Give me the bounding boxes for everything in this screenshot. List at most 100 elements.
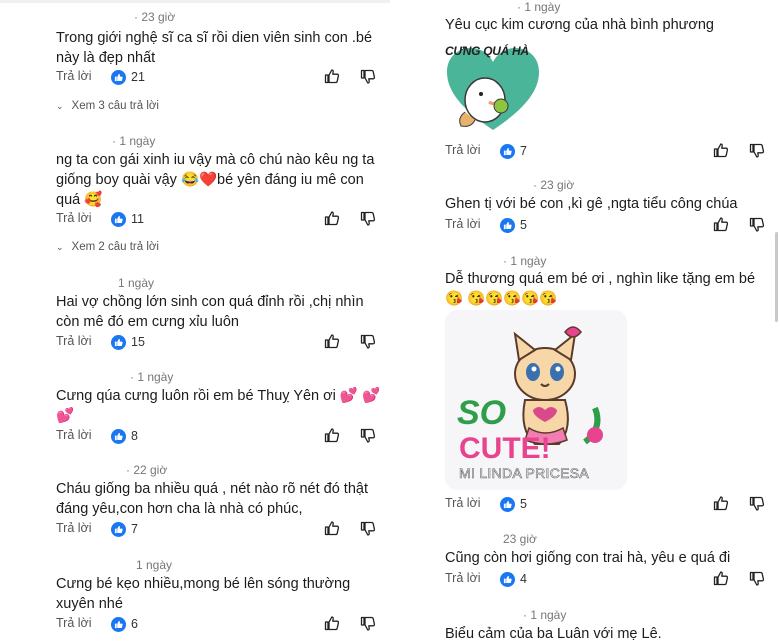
- thumbs-down-icon[interactable]: [360, 211, 376, 227]
- reply-button[interactable]: Trả lời: [445, 496, 481, 510]
- thumbs-up-icon[interactable]: [713, 142, 729, 158]
- comment-timestamp: · 1 ngày: [112, 134, 156, 148]
- reply-button[interactable]: Trả lời: [56, 334, 92, 348]
- thumbs-down-icon[interactable]: [360, 616, 376, 632]
- comment-actions: Trả lời 8: [56, 427, 386, 445]
- reply-button[interactable]: Trả lời: [56, 521, 92, 535]
- like-summary[interactable]: 4: [500, 570, 527, 588]
- thumbs-up-icon[interactable]: [324, 615, 340, 631]
- comment-actions: Trả lời 4: [445, 570, 775, 588]
- comment-text: Trong giới nghệ sĩ ca sĩ rồi dien viên s…: [56, 30, 373, 66]
- reply-button[interactable]: Trả lời: [56, 69, 92, 83]
- comment-timestamp: · 23 giờ: [134, 10, 176, 24]
- thumbs-down-icon[interactable]: [360, 334, 376, 350]
- like-count: 7: [131, 522, 138, 536]
- comments-column-right: · 1 ngày Yêu cục kim cương của nhà bình …: [390, 0, 780, 643]
- like-badge-icon: [500, 143, 515, 159]
- sticker-word-cute: CUTE!: [459, 432, 551, 465]
- like-count: 5: [520, 497, 527, 511]
- thumbs-up-icon[interactable]: [324, 520, 340, 536]
- like-badge-icon: [500, 217, 515, 233]
- like-badge-icon: [111, 334, 126, 350]
- reply-button[interactable]: Trả lời: [56, 211, 92, 225]
- view-replies-link[interactable]: ⌄ Xem 2 câu trả lời: [56, 241, 159, 253]
- like-badge-icon: [111, 69, 126, 85]
- cat-sticker: SO CUTE! MI LINDA PRICESA: [445, 310, 627, 490]
- comment-timestamp: 1 ngày: [136, 558, 173, 572]
- thumbs-down-icon[interactable]: [360, 521, 376, 537]
- comment-text: Cưng bé kẹo nhiều,mong bé lên sóng thườn…: [56, 576, 351, 612]
- like-summary[interactable]: 21: [111, 68, 145, 86]
- comment-actions: Trả lời 6: [56, 615, 386, 633]
- like-summary[interactable]: 5: [500, 216, 527, 234]
- like-badge-icon: [111, 616, 126, 632]
- comment-actions: Trả lời 15: [56, 333, 386, 351]
- like-badge-icon: [500, 496, 515, 512]
- reply-button[interactable]: Trả lời: [56, 616, 92, 630]
- comment-text: Cháu giống ba nhiều quá , nét nào rõ nét…: [56, 481, 368, 517]
- thumbs-down-icon[interactable]: [749, 217, 765, 233]
- comment-text: Yêu cục kim cương của nhà bình phương: [445, 17, 714, 33]
- comment-text: Ghen tị với bé con ,kì gê ,ngta tiểu côn…: [445, 196, 738, 212]
- reply-button[interactable]: Trả lời: [445, 571, 481, 585]
- comments-column-left: · 23 giờ Trong giới nghệ sĩ ca sĩ rồi di…: [0, 0, 390, 643]
- thumbs-up-icon[interactable]: [713, 495, 729, 511]
- comment-timestamp: · 1 ngày: [130, 370, 174, 384]
- comment-timestamp: 23 giờ: [503, 532, 537, 546]
- thumbs-up-icon[interactable]: [713, 216, 729, 232]
- comment-actions: Trả lời 21: [56, 68, 386, 86]
- comment-timestamp: · 1 ngày: [523, 608, 567, 622]
- like-badge-icon: [111, 521, 126, 537]
- like-summary[interactable]: 11: [111, 210, 144, 228]
- reply-button[interactable]: Trả lời: [445, 217, 481, 231]
- like-summary[interactable]: 5: [500, 495, 527, 513]
- like-summary[interactable]: 6: [111, 615, 138, 633]
- reply-button[interactable]: Trả lời: [56, 428, 92, 442]
- sticker-caption: CƯNG QUÁ HÀ: [445, 44, 529, 58]
- view-replies-link[interactable]: ⌄ Xem 3 câu trả lời: [56, 100, 159, 112]
- comment-text: Dễ thương quá em bé ơi , nghìn like tặng…: [445, 271, 756, 307]
- thumbs-up-icon[interactable]: [324, 210, 340, 226]
- like-badge-icon: [500, 571, 515, 587]
- comment-actions: Trả lời 7: [56, 520, 386, 538]
- like-badge-icon: [111, 211, 126, 227]
- sticker-word-so: SO: [457, 394, 507, 432]
- thumbs-down-icon[interactable]: [360, 428, 376, 444]
- like-count: 6: [131, 617, 138, 631]
- like-count: 5: [520, 218, 527, 232]
- comment-actions: Trả lời 7: [445, 142, 775, 160]
- comment-actions: Trả lời 11: [56, 210, 386, 228]
- thumbs-up-icon[interactable]: [324, 68, 340, 84]
- comment-actions: Trả lời 5: [445, 495, 775, 513]
- thumbs-down-icon[interactable]: [360, 69, 376, 85]
- comment-timestamp: · 1 ngày: [517, 0, 561, 14]
- like-count: 7: [520, 144, 527, 158]
- like-summary[interactable]: 15: [111, 333, 145, 351]
- like-count: 21: [131, 70, 145, 84]
- thumbs-up-icon[interactable]: [713, 570, 729, 586]
- comment-text: Cũng còn hơi giống con trai hà, yêu e qu…: [445, 550, 731, 566]
- comment-timestamp: · 1 ngày: [503, 254, 547, 268]
- chevron-down-icon: ⌄: [56, 101, 64, 111]
- like-badge-icon: [111, 428, 126, 444]
- comment-text: Cưng qúa cưng luôn rồi em bé Thuỵ Yên ơi…: [56, 388, 381, 424]
- like-count: 15: [131, 335, 145, 349]
- comment-actions: Trả lời 5: [445, 216, 775, 234]
- thumbs-down-icon[interactable]: [749, 571, 765, 587]
- comment-text: ng ta con gái xinh iu vậy mà cô chú nào …: [56, 152, 375, 208]
- thumbs-down-icon[interactable]: [749, 496, 765, 512]
- comment-timestamp: · 23 giờ: [533, 178, 575, 192]
- chevron-down-icon: ⌄: [56, 242, 64, 252]
- thumbs-down-icon[interactable]: [749, 143, 765, 159]
- like-count: 4: [520, 572, 527, 586]
- scrollbar-thumb[interactable]: [775, 232, 778, 322]
- comment-text: Biểu cảm của ba Luân với mẹ Lê.: [445, 626, 662, 642]
- like-count: 8: [131, 429, 138, 443]
- thumbs-up-icon[interactable]: [324, 333, 340, 349]
- comment-timestamp: · 22 giờ: [126, 463, 168, 477]
- thumbs-up-icon[interactable]: [324, 427, 340, 443]
- like-summary[interactable]: 8: [111, 427, 138, 445]
- reply-button[interactable]: Trả lời: [445, 143, 481, 157]
- like-summary[interactable]: 7: [500, 142, 527, 160]
- like-summary[interactable]: 7: [111, 520, 138, 538]
